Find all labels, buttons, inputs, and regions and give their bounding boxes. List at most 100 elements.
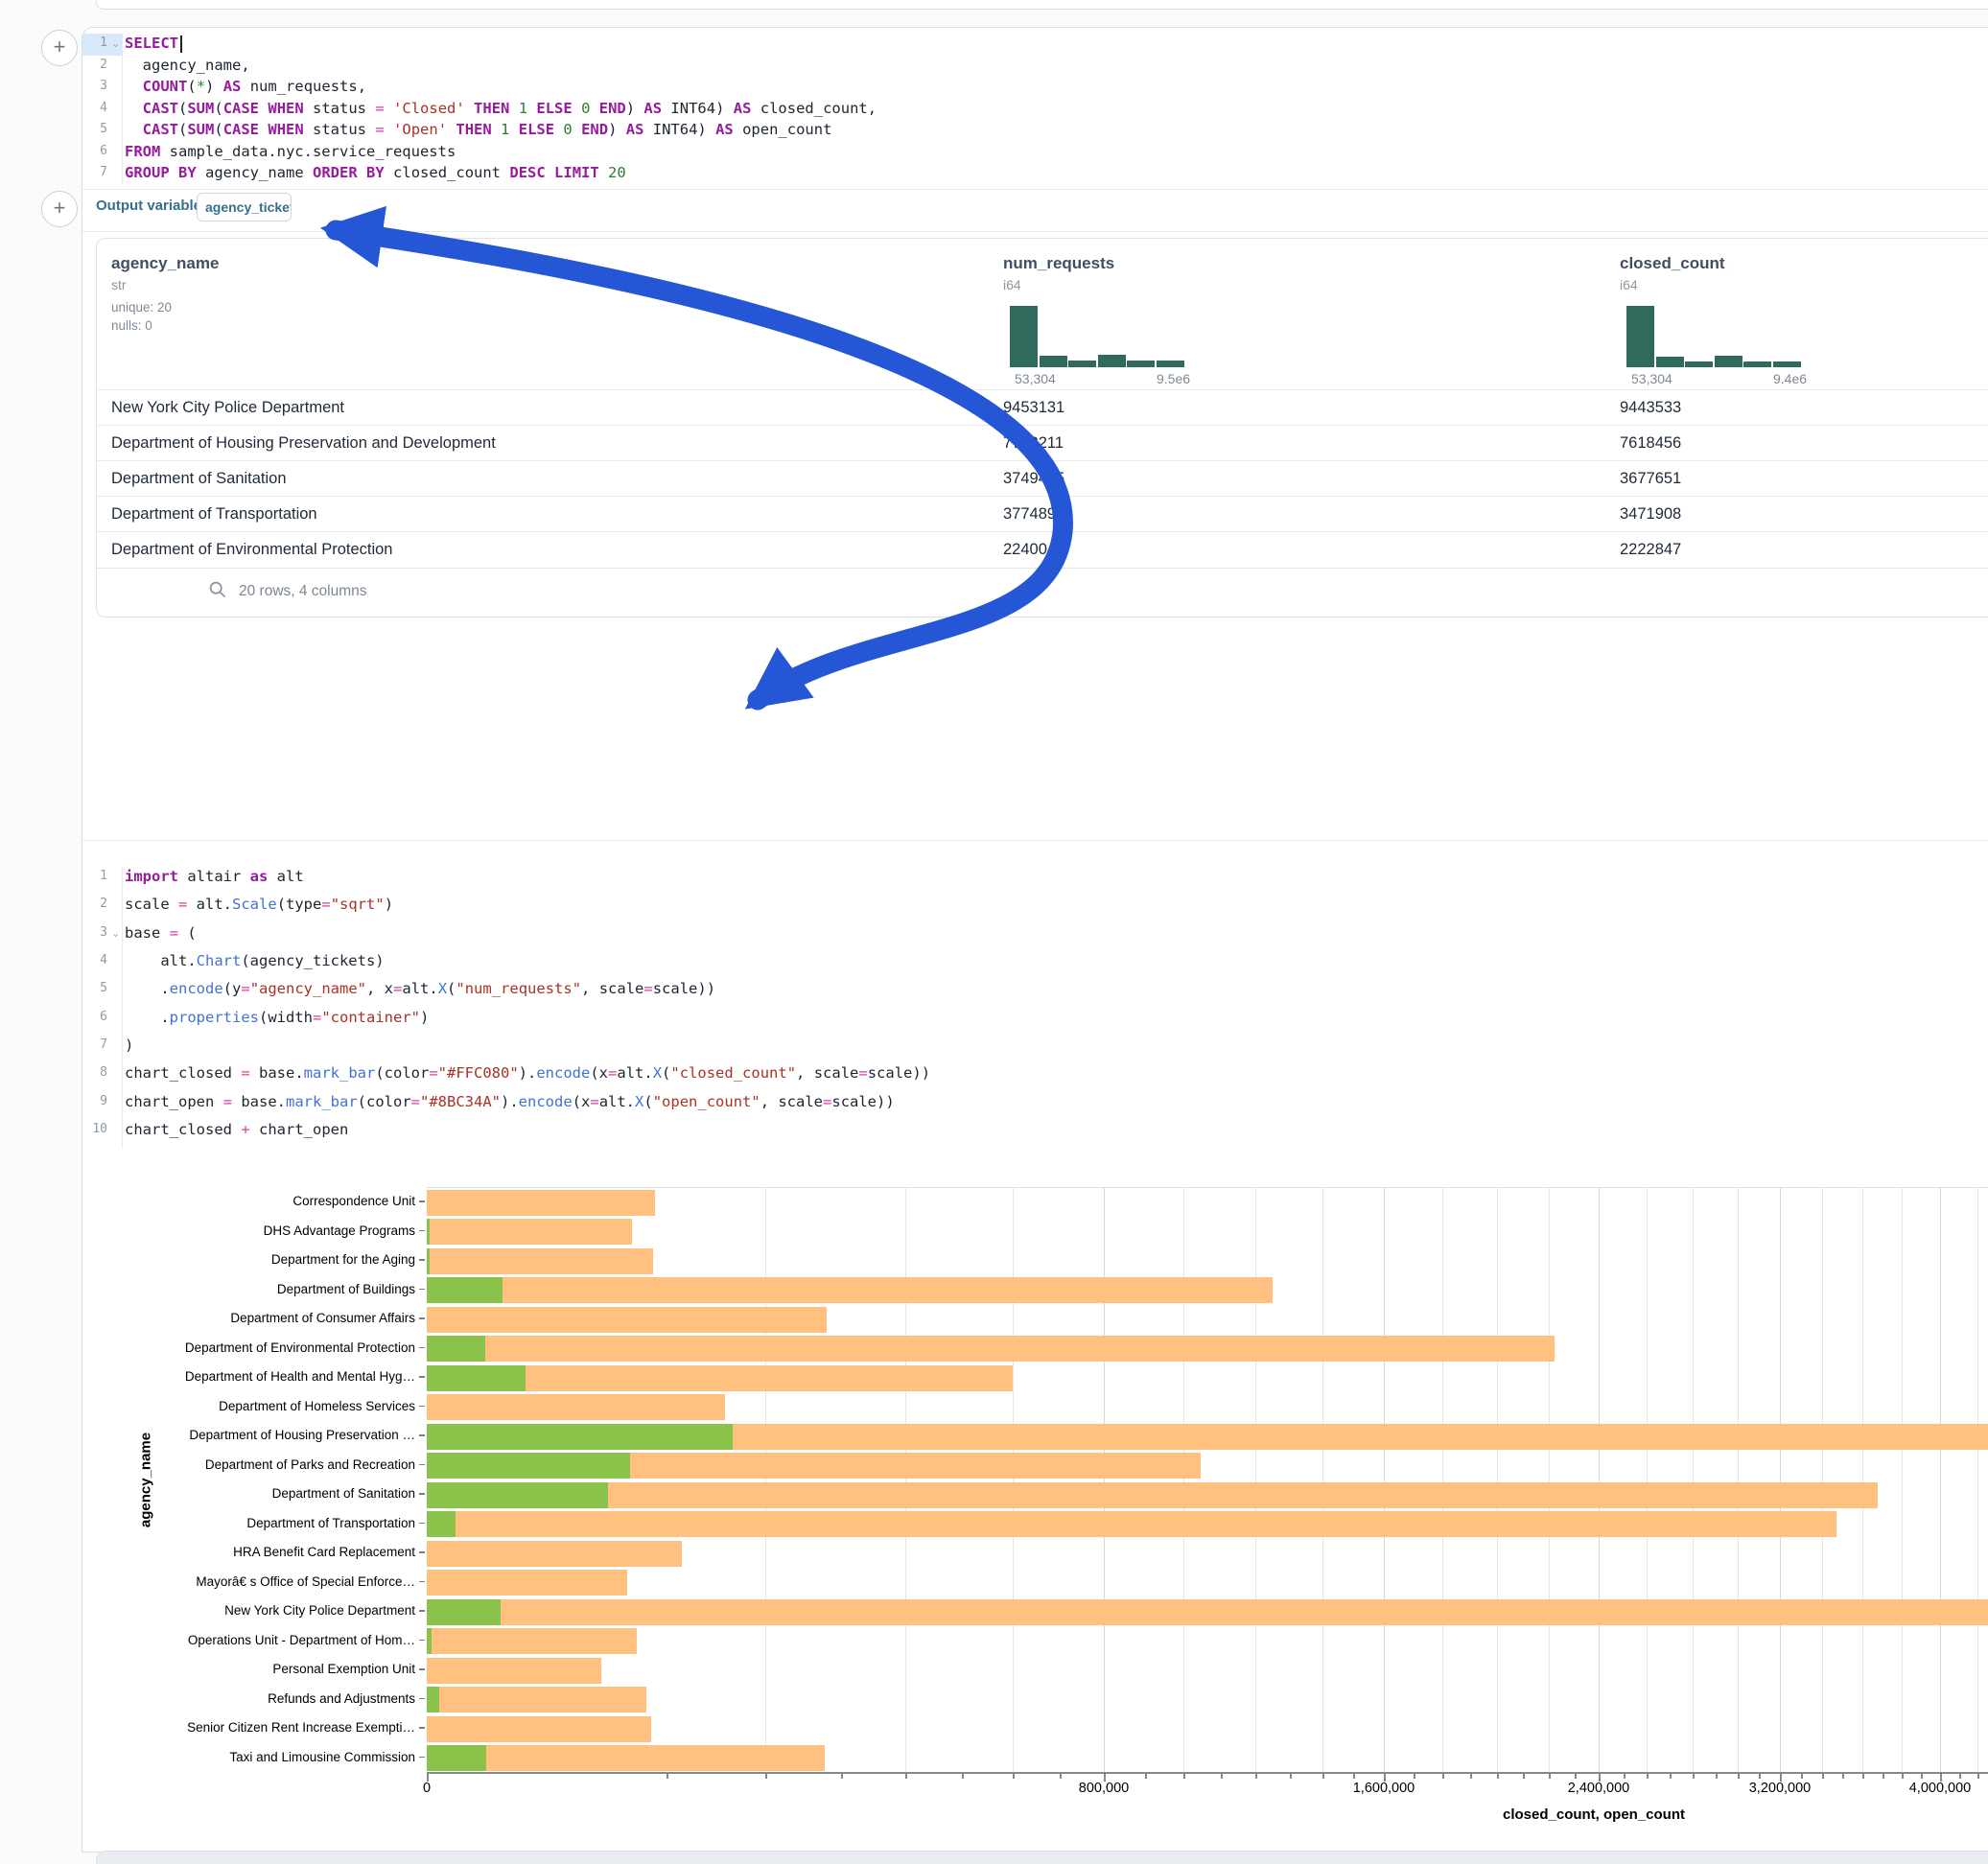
x-tick-mark bbox=[1290, 1774, 1292, 1779]
add-cell-button-top[interactable]: + bbox=[41, 30, 78, 66]
code-token: ) bbox=[205, 78, 223, 95]
code-token: = bbox=[393, 980, 402, 997]
code-token: "#8BC34A" bbox=[420, 1093, 501, 1110]
output-variable-chip[interactable]: agency_tickets bbox=[197, 193, 292, 221]
x-tick-mark bbox=[1902, 1774, 1904, 1779]
code-line[interactable]: .properties(width="container") bbox=[125, 1009, 429, 1026]
code-line[interactable]: chart_closed + chart_open bbox=[125, 1121, 348, 1138]
gutter-separator bbox=[122, 866, 123, 1148]
table-cell: Department of Sanitation bbox=[111, 461, 287, 497]
search-icon[interactable] bbox=[208, 580, 227, 599]
bar-open_count bbox=[427, 1248, 430, 1274]
code-token: ( bbox=[187, 78, 196, 95]
gridline bbox=[1549, 1188, 1550, 1773]
code-token: ( bbox=[178, 121, 187, 138]
table-cell: Department of Environmental Protection bbox=[111, 532, 392, 568]
code-token bbox=[573, 100, 581, 117]
code-token bbox=[492, 121, 501, 138]
histogram-bar bbox=[1626, 306, 1654, 367]
code-line[interactable]: .encode(y="agency_name", x=alt.X("num_re… bbox=[125, 980, 715, 997]
y-tick-label: Mayorâ€ s Office of Special Enforce… bbox=[105, 1574, 415, 1589]
x-tick-mark bbox=[1523, 1774, 1525, 1779]
previous-cell-edge bbox=[96, 0, 1988, 10]
column-header-num_requests[interactable]: num_requests bbox=[1003, 254, 1114, 273]
x-tick-mark bbox=[1322, 1774, 1324, 1779]
table-row[interactable]: Department of Transportation377489234719… bbox=[97, 496, 1988, 532]
code-token: "agency_name" bbox=[250, 980, 366, 997]
x-axis-line bbox=[427, 1772, 1988, 1774]
line-number: 3 bbox=[79, 925, 107, 940]
code-line[interactable]: CAST(SUM(CASE WHEN status = 'Closed' THE… bbox=[125, 100, 877, 117]
table-cell: 3749485 bbox=[1003, 461, 1064, 497]
code-token: AS bbox=[715, 121, 734, 138]
x-axis-title: closed_count, open_count bbox=[1306, 1806, 1882, 1823]
gridline bbox=[765, 1188, 766, 1773]
code-token: ( bbox=[214, 121, 222, 138]
bar-open_count bbox=[427, 1599, 501, 1625]
code-token: alt. bbox=[187, 896, 232, 913]
x-tick-mark bbox=[1959, 1774, 1961, 1779]
table-cell: 2240041 bbox=[1003, 532, 1064, 568]
add-cell-button-middle[interactable]: + bbox=[41, 191, 78, 227]
y-tick-label: Correspondence Unit bbox=[105, 1194, 415, 1208]
y-tick-label: Department for the Aging bbox=[105, 1252, 415, 1267]
table-row[interactable]: Department of Environmental Protection 22… bbox=[97, 531, 1988, 568]
code-token: WHEN bbox=[268, 100, 303, 117]
fold-chevron-icon[interactable]: ⌄ bbox=[111, 37, 120, 50]
column-header-closed_count[interactable]: closed_count bbox=[1620, 254, 1725, 273]
code-line[interactable]: import altair as alt bbox=[125, 868, 304, 885]
gridline bbox=[1255, 1188, 1256, 1773]
next-cell-collapsed bbox=[96, 1851, 1988, 1864]
code-token: X bbox=[635, 1093, 643, 1110]
code-line[interactable]: COUNT(*) AS num_requests, bbox=[125, 78, 366, 95]
bar-closed_count bbox=[427, 1511, 1836, 1537]
y-tick-mark bbox=[419, 1581, 425, 1583]
table-row[interactable]: Department of Sanitation37494853677651 bbox=[97, 460, 1988, 497]
column-header-agency_name[interactable]: agency_name bbox=[111, 254, 219, 273]
gridline bbox=[1384, 1188, 1385, 1773]
gridline bbox=[1104, 1188, 1105, 1773]
code-token: BY bbox=[366, 164, 385, 181]
column-type: str bbox=[111, 277, 127, 292]
fold-chevron-icon[interactable]: ⌄ bbox=[111, 927, 120, 940]
code-line[interactable]: base = ( bbox=[125, 924, 197, 942]
code-token: = bbox=[223, 1093, 232, 1110]
code-line[interactable]: FROM sample_data.nyc.service_requests bbox=[125, 143, 456, 160]
gridline bbox=[1183, 1188, 1184, 1773]
code-line[interactable]: agency_name, bbox=[125, 57, 250, 74]
x-tick-mark bbox=[1442, 1774, 1444, 1779]
code-token: ORDER bbox=[313, 164, 358, 181]
code-token: import bbox=[125, 868, 178, 885]
gutter-separator bbox=[122, 33, 123, 184]
line-number: 5 bbox=[79, 981, 107, 995]
code-token: ( bbox=[447, 980, 456, 997]
code-token: END bbox=[599, 100, 626, 117]
x-tick-mark bbox=[1624, 1774, 1625, 1779]
table-row[interactable]: Department of Housing Preservation and D… bbox=[97, 425, 1988, 461]
column-meta: nulls: 0 bbox=[111, 318, 152, 333]
code-line[interactable]: alt.Chart(agency_tickets) bbox=[125, 952, 385, 969]
code-token: . bbox=[125, 1009, 170, 1026]
x-tick-mark bbox=[667, 1774, 668, 1779]
table-row[interactable]: New York City Police Department945313194… bbox=[97, 389, 1988, 426]
code-token: . bbox=[125, 980, 170, 997]
code-token: END bbox=[581, 121, 608, 138]
y-tick-label: Senior Citizen Rent Increase Exempti… bbox=[105, 1720, 415, 1735]
code-line[interactable]: SELECT bbox=[125, 35, 182, 53]
x-tick-mark bbox=[905, 1774, 907, 1779]
code-line[interactable]: ) bbox=[125, 1037, 133, 1054]
code-line[interactable]: chart_open = base.mark_bar(color="#8BC34… bbox=[125, 1093, 895, 1110]
code-line[interactable]: chart_closed = base.mark_bar(color="#FFC… bbox=[125, 1064, 930, 1082]
code-token bbox=[573, 121, 581, 138]
x-tick-mark bbox=[1575, 1774, 1577, 1779]
code-token: , scale bbox=[796, 1064, 858, 1082]
gridline bbox=[1977, 1188, 1978, 1773]
code-line[interactable]: CAST(SUM(CASE WHEN status = 'Open' THEN … bbox=[125, 121, 831, 138]
bar-closed_count bbox=[427, 1628, 637, 1654]
code-line[interactable]: GROUP BY agency_name ORDER BY closed_cou… bbox=[125, 164, 626, 181]
code-line[interactable]: scale = alt.Scale(type="sqrt") bbox=[125, 896, 393, 913]
y-tick-mark bbox=[419, 1757, 425, 1759]
line-number: 3 bbox=[79, 79, 107, 93]
code-token: 1 bbox=[519, 100, 527, 117]
code-token bbox=[554, 121, 563, 138]
